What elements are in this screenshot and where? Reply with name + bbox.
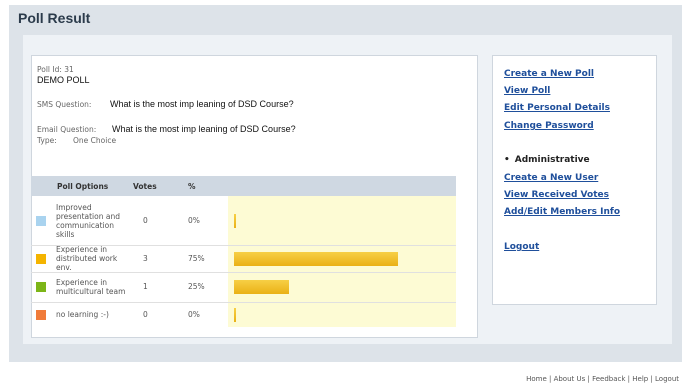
footer-links: Home | About Us | Feedback | Help | Logo… (526, 375, 679, 383)
result-bar (234, 251, 398, 266)
footer-help-link[interactable]: Help (632, 375, 648, 383)
poll-type-label: Type: (37, 136, 57, 145)
vote-count: 0 (143, 215, 148, 225)
vote-count: 3 (143, 253, 148, 263)
footer-feedback-link[interactable]: Feedback (592, 375, 625, 383)
edit-members-info-link[interactable]: Add/Edit Members Info (504, 207, 620, 217)
option-label: Experience in multicultural team (56, 278, 126, 296)
header-poll-options: Poll Options (57, 182, 109, 191)
sms-question-label: SMS Question: (37, 100, 92, 109)
view-received-votes-link[interactable]: View Received Votes (504, 190, 609, 200)
result-bar (234, 280, 289, 294)
result-bar (234, 213, 236, 228)
create-poll-link[interactable]: Create a New Poll (504, 69, 594, 79)
option-color-swatch (36, 309, 46, 320)
footer-logout-link[interactable]: Logout (655, 375, 679, 383)
option-label: no learning :-) (56, 310, 109, 319)
email-question: What is the most imp leaning of DSD Cour… (112, 124, 296, 134)
create-user-link[interactable]: Create a New User (504, 173, 598, 183)
option-color-swatch (36, 253, 46, 264)
poll-id: Poll Id: 31 (37, 65, 74, 74)
header-percent: % (188, 182, 196, 191)
email-question-label: Email Question: (37, 125, 97, 134)
sms-question: What is the most imp leaning of DSD Cour… (110, 99, 294, 109)
vote-percent: 75% (188, 253, 205, 263)
row-divider (31, 302, 456, 303)
option-color-swatch (36, 215, 46, 226)
edit-personal-details-link[interactable]: Edit Personal Details (504, 103, 610, 113)
option-label: Experience in distributed work env. (56, 245, 118, 272)
administrative-label: Administrative (514, 155, 590, 165)
change-password-link[interactable]: Change Password (504, 121, 594, 131)
vote-percent: 0% (188, 215, 200, 225)
result-bar (234, 307, 236, 322)
vote-percent: 25% (188, 282, 205, 291)
poll-name: DEMO POLL (37, 75, 90, 85)
vote-count: 1 (143, 282, 148, 291)
footer-home-link[interactable]: Home (526, 375, 547, 383)
vote-percent: 0% (188, 309, 200, 319)
option-label: Improved presentation and communication … (56, 202, 120, 239)
page-title: Poll Result (18, 10, 91, 26)
poll-type-value: One Choice (73, 136, 117, 145)
footer-about-link[interactable]: About Us (554, 375, 586, 383)
logout-link[interactable]: Logout (504, 242, 539, 252)
vote-count: 0 (143, 309, 148, 319)
row-divider (31, 272, 456, 273)
administrative-heading: • Administrative (504, 155, 590, 165)
bullet-icon: • (504, 155, 510, 165)
header-votes: Votes (133, 182, 157, 191)
view-poll-link[interactable]: View Poll (504, 86, 550, 96)
option-color-swatch (36, 282, 46, 292)
